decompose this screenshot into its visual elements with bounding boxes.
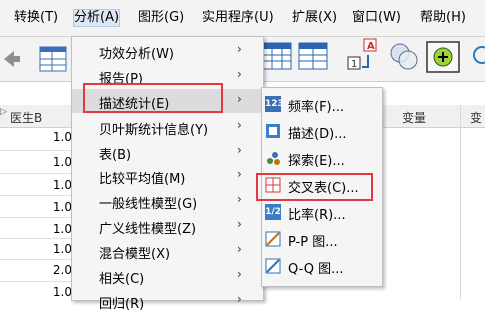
grid-row-divider <box>0 238 75 239</box>
redo-arrow-icon[interactable] <box>2 45 22 71</box>
row-marker-icon: ▷ <box>0 107 7 117</box>
grid-row-divider <box>0 259 75 260</box>
split-file-icon[interactable] <box>298 41 328 71</box>
menu-item-correlate[interactable]: 相关(C) › <box>72 264 263 288</box>
menu-graphs[interactable]: 图形(G) <box>138 10 184 26</box>
menu-item-general-linear-model[interactable]: 一般线性模型(G) › <box>72 189 263 213</box>
grid-row-divider <box>0 281 75 282</box>
submenu-arrow-icon: › <box>237 92 242 106</box>
submenu-item-label: 频率(F)... <box>288 100 345 115</box>
qq-plot-icon <box>265 258 281 274</box>
menu-help[interactable]: 帮助(H) <box>420 10 466 26</box>
submenu-arrow-icon: › <box>237 118 242 132</box>
submenu-item-qq-plots[interactable]: Q-Q 图... <box>262 253 382 279</box>
submenu-item-pp-plots[interactable]: P-P 图... <box>262 226 382 252</box>
analyze-menu: 功效分析(W) › 报告(P) › 描述统计(E) › 贝叶斯统计信息(Y) ›… <box>71 36 264 312</box>
submenu-arrow-icon: › <box>237 217 242 231</box>
descriptives-icon <box>266 124 280 138</box>
menu-window[interactable]: 窗口(W) <box>352 10 401 26</box>
grid-cell[interactable]: 1.0 <box>32 222 72 236</box>
menu-extensions[interactable]: 扩展(X) <box>292 10 337 26</box>
menu-item-regression[interactable]: 回归(R) › <box>72 289 263 313</box>
menu-item-label: 混合模型(X) <box>99 247 171 262</box>
grid-column-divider <box>460 105 461 299</box>
submenu-item-ratio[interactable]: 1/2 比率(R)... <box>262 199 382 225</box>
menu-item-label: 贝叶斯统计信息(Y) <box>99 123 209 138</box>
menu-item-mixed-models[interactable]: 混合模型(X) › <box>72 239 263 263</box>
column-header-variable[interactable]: 变量 <box>402 109 426 126</box>
submenu-arrow-icon: › <box>237 67 242 81</box>
menu-item-tables[interactable]: 表(B) › <box>72 140 263 164</box>
crosstabs-highlight <box>256 173 373 201</box>
submenu-arrow-icon: › <box>237 292 242 306</box>
submenu-item-frequencies[interactable]: 123 频率(F)... <box>262 91 382 117</box>
menu-utilities[interactable]: 实用程序(U) <box>202 10 274 26</box>
column-header-variable-2[interactable]: 变 <box>470 109 482 126</box>
submenu-item-descriptives[interactable]: 描述(D)... <box>262 118 382 144</box>
ratio-icon: 1/2 <box>265 204 281 220</box>
grid-cell[interactable]: 1.0 <box>32 130 72 144</box>
data-table-icon[interactable] <box>262 41 292 71</box>
menu-item-power-analysis[interactable]: 功效分析(W) › <box>72 39 263 63</box>
menu-analyze[interactable]: 分析(A) <box>72 9 121 27</box>
menu-bar: 转换(T) 分析(A) 图形(G) 实用程序(U) 扩展(X) 窗口(W) 帮助… <box>0 0 485 37</box>
submenu-arrow-icon: › <box>237 267 242 281</box>
add-variable-icon[interactable] <box>426 41 460 73</box>
grid-row-divider <box>0 150 75 151</box>
svg-text:1: 1 <box>351 59 357 70</box>
menu-item-label: 回归(R) <box>99 297 145 312</box>
search-icon[interactable] <box>468 45 485 69</box>
column-header-doctor-b[interactable]: 医生B <box>10 109 42 126</box>
menu-item-bayesian-statistics[interactable]: 贝叶斯统计信息(Y) › <box>72 115 263 139</box>
submenu-arrow-icon: › <box>237 42 242 56</box>
menu-item-label: 表(B) <box>99 148 132 163</box>
grid-row-divider <box>0 195 75 196</box>
submenu-item-label: P-P 图... <box>288 235 338 250</box>
menu-item-label: 广义线性模型(Z) <box>99 222 197 237</box>
goto-case-icon[interactable] <box>38 41 68 73</box>
submenu-item-explore[interactable]: 探索(E)... <box>262 145 382 171</box>
weight-cases-icon[interactable] <box>388 41 420 71</box>
select-cases-icon[interactable]: A 1 <box>346 37 380 73</box>
grid-cell[interactable]: 1.0 <box>32 242 72 256</box>
grid-cell[interactable]: 2.0 <box>32 263 72 277</box>
grid-cell[interactable]: 1.0 <box>32 285 72 299</box>
svg-text:A: A <box>367 41 375 52</box>
descriptive-statistics-highlight <box>83 83 223 113</box>
menu-item-label: 相关(C) <box>99 272 145 287</box>
explore-icon <box>267 152 280 165</box>
grid-row-divider <box>0 217 75 218</box>
grid-cell[interactable]: 1.0 <box>32 200 72 214</box>
pp-plot-icon <box>265 231 281 247</box>
submenu-arrow-icon: › <box>237 192 242 206</box>
submenu-item-label: 探索(E)... <box>288 154 345 169</box>
submenu-arrow-icon: › <box>237 167 242 181</box>
menu-item-label: 一般线性模型(G) <box>99 197 198 212</box>
menu-item-generalized-linear-model[interactable]: 广义线性模型(Z) › <box>72 214 263 238</box>
submenu-item-label: 描述(D)... <box>288 127 347 142</box>
submenu-arrow-icon: › <box>237 143 242 157</box>
grid-cell[interactable]: 1.0 <box>32 155 72 169</box>
grid-cell[interactable]: 1.0 <box>32 178 72 192</box>
submenu-item-label: Q-Q 图... <box>288 262 344 277</box>
grid-row-divider <box>0 173 75 174</box>
frequencies-icon: 123 <box>265 96 284 112</box>
menu-item-label: 功效分析(W) <box>99 47 174 62</box>
submenu-arrow-icon: › <box>237 242 242 256</box>
menu-item-compare-means[interactable]: 比较平均值(M) › <box>72 164 263 188</box>
menu-transform[interactable]: 转换(T) <box>14 10 58 26</box>
submenu-item-label: 比率(R)... <box>288 208 346 223</box>
menu-item-label: 比较平均值(M) <box>99 172 186 187</box>
